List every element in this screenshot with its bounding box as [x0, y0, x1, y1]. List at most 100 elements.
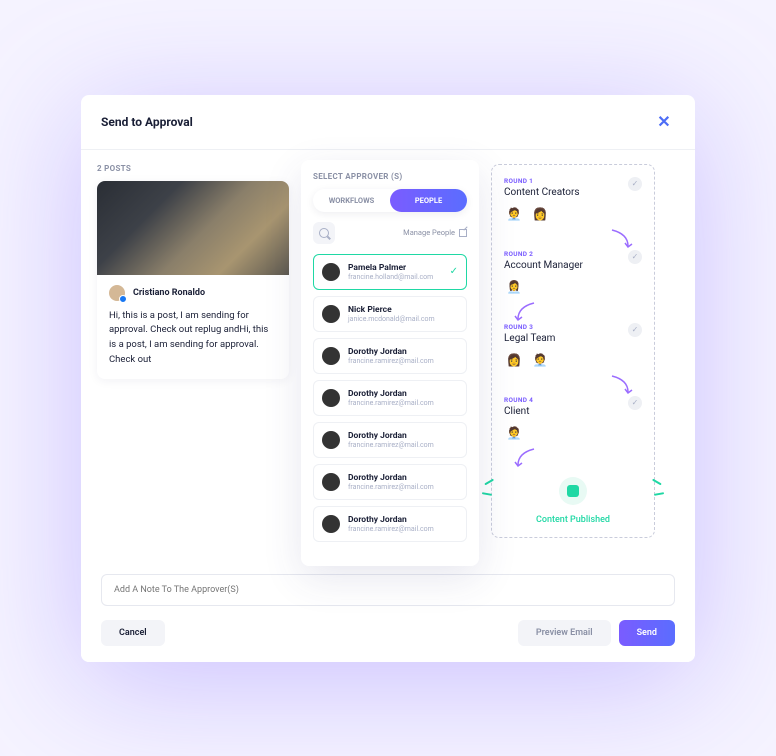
person-name: Dorothy Jordan — [348, 515, 434, 525]
person-email: janice.mcdonald@mail.com — [348, 315, 435, 323]
round-header: ROUND 4 Client ✓ — [504, 396, 642, 417]
arrow-connector-icon — [504, 447, 642, 469]
select-approver-column: SELECT APPROVER (s) WORKFLOWS PEOPLE Man… — [301, 160, 479, 566]
person-info: Nick Pierce janice.mcdonald@mail.com — [348, 305, 435, 323]
manage-people-label: Manage People — [403, 228, 455, 237]
modal-footer: Cancel Preview Email Send — [81, 558, 695, 662]
person-info: Pamela Palmer francine.holland@mail.com — [348, 263, 433, 281]
member-avatar: 🧑‍💼 — [504, 423, 524, 443]
person-row[interactable]: Dorothy Jordan francine.ramirez@mail.com… — [313, 338, 467, 374]
approver-tabs: WORKFLOWS PEOPLE — [313, 189, 467, 212]
round-check-icon[interactable]: ✓ — [628, 250, 642, 264]
preview-email-button[interactable]: Preview Email — [518, 620, 611, 646]
person-row[interactable]: Dorothy Jordan francine.ramirez@mail.com… — [313, 464, 467, 500]
send-button[interactable]: Send — [619, 620, 675, 646]
person-name: Dorothy Jordan — [348, 473, 434, 483]
round-title: Account Manager — [504, 260, 583, 271]
round-header: ROUND 2 Account Manager ✓ — [504, 250, 642, 271]
person-info: Dorothy Jordan francine.ramirez@mail.com — [348, 389, 434, 407]
round-members: 🧑‍💼 — [504, 423, 642, 443]
author-name: Cristiano Ronaldo — [133, 288, 205, 298]
person-email: francine.ramirez@mail.com — [348, 357, 434, 365]
round-titles: ROUND 4 Client — [504, 396, 533, 417]
person-avatar — [322, 515, 340, 533]
member-avatar: 👩 — [504, 350, 524, 370]
post-meta: Cristiano Ronaldo Hi, this is a post, I … — [97, 275, 289, 380]
person-name: Dorothy Jordan — [348, 347, 434, 357]
member-avatar: 👩 — [530, 204, 550, 224]
cancel-button[interactable]: Cancel — [101, 620, 165, 646]
posts-count-label: 2 POSTS — [97, 164, 289, 173]
rounds-list: ROUND 1 Content Creators ✓ 🧑‍💼 👩 ROUND 2 … — [504, 177, 642, 469]
send-to-approval-modal: Send to Approval ✕ 2 POSTS Cristiano Ron… — [81, 95, 695, 662]
person-row[interactable]: Dorothy Jordan francine.ramirez@mail.com… — [313, 380, 467, 416]
posts-column: 2 POSTS Cristiano Ronaldo Hi, this is a … — [97, 164, 289, 538]
check-icon: ✓ — [450, 266, 458, 277]
modal-title: Send to Approval — [101, 115, 193, 129]
external-link-icon — [459, 229, 467, 237]
person-email: francine.ramirez@mail.com — [348, 525, 434, 533]
author-avatar — [109, 285, 125, 301]
member-avatar: 👩‍💼 — [504, 277, 524, 297]
person-info: Dorothy Jordan francine.ramirez@mail.com — [348, 473, 434, 491]
person-avatar — [322, 263, 340, 281]
person-avatar — [322, 389, 340, 407]
round-check-icon[interactable]: ✓ — [628, 323, 642, 337]
member-avatar: 🧑‍💼 — [504, 204, 524, 224]
content-published: Content Published — [504, 477, 642, 525]
search-input[interactable] — [313, 222, 335, 244]
round-check-icon[interactable]: ✓ — [628, 177, 642, 191]
select-approver-label: SELECT APPROVER (s) — [313, 172, 467, 181]
round-check-icon[interactable]: ✓ — [628, 396, 642, 410]
round-block: ROUND 4 Client ✓ 🧑‍💼 — [504, 396, 642, 443]
facebook-badge-icon — [119, 295, 127, 303]
person-info: Dorothy Jordan francine.ramirez@mail.com — [348, 347, 434, 365]
person-avatar — [322, 347, 340, 365]
footer-actions: Cancel Preview Email Send — [101, 620, 675, 646]
workflow-column: ROUND 1 Content Creators ✓ 🧑‍💼 👩 ROUND 2 … — [491, 164, 655, 538]
tab-people[interactable]: PEOPLE — [390, 189, 467, 212]
round-members: 👩‍💼 — [504, 277, 642, 297]
round-members: 👩 🧑‍💼 — [504, 350, 642, 370]
published-label: Content Published — [504, 515, 642, 525]
arrow-connector-icon — [504, 374, 642, 396]
person-email: francine.ramirez@mail.com — [348, 483, 434, 491]
round-members: 🧑‍💼 👩 — [504, 204, 642, 224]
people-list: Pamela Palmer francine.holland@mail.com … — [313, 254, 467, 548]
round-label: ROUND 3 — [504, 323, 555, 331]
post-card: Cristiano Ronaldo Hi, this is a post, I … — [97, 181, 289, 380]
round-titles: ROUND 3 Legal Team — [504, 323, 555, 344]
round-block: ROUND 2 Account Manager ✓ 👩‍💼 — [504, 250, 642, 297]
search-icon — [319, 228, 329, 238]
post-image — [97, 181, 289, 275]
arrow-connector-icon — [504, 228, 642, 250]
round-header: ROUND 1 Content Creators ✓ — [504, 177, 642, 198]
person-row[interactable]: Nick Pierce janice.mcdonald@mail.com ✓ — [313, 296, 467, 332]
manage-people-link[interactable]: Manage People — [403, 228, 467, 237]
note-input[interactable] — [101, 574, 675, 606]
person-avatar — [322, 305, 340, 323]
round-titles: ROUND 2 Account Manager — [504, 250, 583, 271]
round-block: ROUND 1 Content Creators ✓ 🧑‍💼 👩 — [504, 177, 642, 224]
person-email: francine.ramirez@mail.com — [348, 441, 434, 449]
member-avatar: 🧑‍💼 — [530, 350, 550, 370]
close-icon[interactable]: ✕ — [653, 111, 675, 133]
person-row[interactable]: Pamela Palmer francine.holland@mail.com … — [313, 254, 467, 290]
person-email: francine.holland@mail.com — [348, 273, 433, 281]
round-label: ROUND 2 — [504, 250, 583, 258]
round-header: ROUND 3 Legal Team ✓ — [504, 323, 642, 344]
round-title: Client — [504, 406, 533, 417]
person-info: Dorothy Jordan francine.ramirez@mail.com — [348, 515, 434, 533]
person-info: Dorothy Jordan francine.ramirez@mail.com — [348, 431, 434, 449]
person-row[interactable]: Dorothy Jordan francine.ramirez@mail.com… — [313, 506, 467, 542]
post-text: Hi, this is a post, I am sending for app… — [109, 309, 277, 368]
tab-workflows[interactable]: WORKFLOWS — [313, 189, 390, 212]
round-title: Legal Team — [504, 333, 555, 344]
calendar-check-icon — [559, 477, 587, 505]
person-row[interactable]: Dorothy Jordan francine.ramirez@mail.com… — [313, 422, 467, 458]
arrow-connector-icon — [504, 301, 642, 323]
post-author: Cristiano Ronaldo — [109, 285, 277, 301]
person-name: Pamela Palmer — [348, 263, 433, 273]
modal-header: Send to Approval ✕ — [81, 95, 695, 150]
round-titles: ROUND 1 Content Creators — [504, 177, 580, 198]
